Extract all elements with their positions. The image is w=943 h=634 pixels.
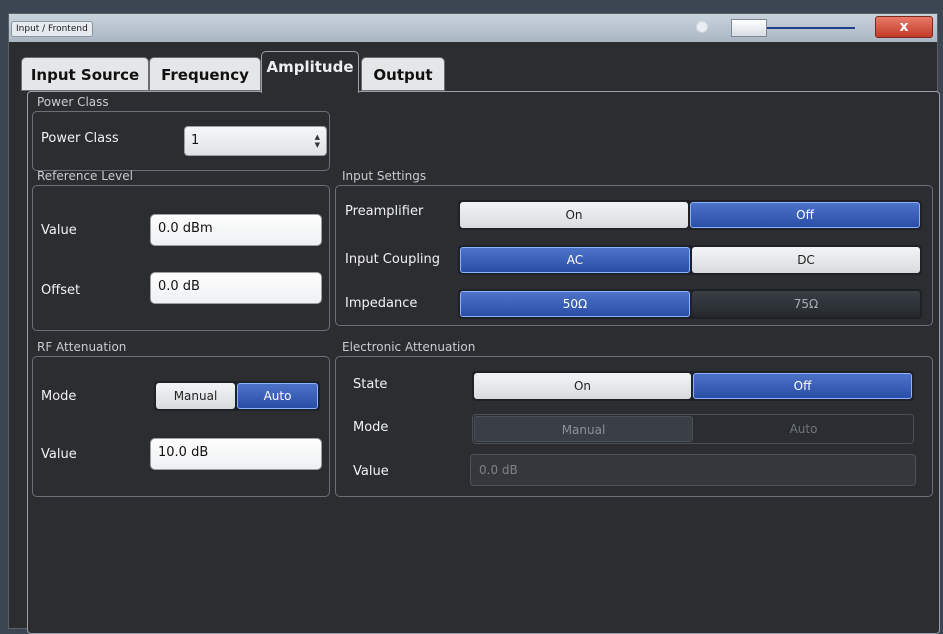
tab-input-source[interactable]: Input Source [21, 57, 149, 91]
reference-level-group: Value 0.0 dBm Offset 0.0 dB [32, 185, 330, 331]
impedance-75-option[interactable]: 75Ω [692, 291, 920, 317]
power-class-select[interactable]: 1 ▲ ▼ [184, 126, 327, 156]
impedance-toggle[interactable]: 50Ω 75Ω [458, 289, 922, 319]
rf-value-label: Value [41, 447, 77, 462]
slider-track[interactable] [767, 27, 855, 29]
tab-output[interactable]: Output [361, 57, 445, 91]
rf-mode-manual-option[interactable]: Manual [156, 383, 235, 409]
state-label: State [353, 377, 388, 392]
rf-mode-toggle[interactable]: Manual Auto [154, 381, 320, 411]
slider-handle[interactable] [731, 19, 767, 37]
close-button[interactable]: x [875, 16, 933, 38]
rf-mode-label: Mode [41, 389, 77, 404]
electronic-state-toggle[interactable]: On Off [472, 371, 914, 401]
power-class-legend: Power Class [37, 95, 109, 109]
coupling-ac-option[interactable]: AC [460, 247, 690, 273]
reference-value-label: Value [41, 223, 77, 238]
rf-attenuation-legend: RF Attenuation [37, 340, 127, 354]
preamplifier-label: Preamplifier [345, 204, 424, 219]
updown-icon: ▲ ▼ [314, 133, 320, 149]
tab-frequency[interactable]: Frequency [149, 57, 261, 91]
preamp-off-option[interactable]: Off [690, 202, 920, 228]
title-bar: Input / Frontend x [9, 14, 937, 42]
input-coupling-label: Input Coupling [345, 252, 441, 267]
rf-attenuation-group: Mode Manual Auto Value 10.0 dB [32, 356, 330, 497]
electronic-mode-manual-option: Manual [474, 416, 693, 442]
power-class-value: 1 [191, 133, 200, 148]
electronic-attenuation-input: 0.0 dB [470, 454, 916, 486]
window-title: Input / Frontend [11, 21, 93, 37]
input-settings-legend: Input Settings [342, 169, 427, 183]
power-class-label: Power Class [41, 131, 119, 146]
electronic-attenuation-group: State On Off Mode Manual Auto Value 0.0 … [335, 356, 933, 497]
input-coupling-toggle[interactable]: AC DC [458, 245, 922, 275]
input-settings-group: Preamplifier On Off Input Coupling AC DC… [335, 185, 933, 326]
reference-offset-input[interactable]: 0.0 dB [150, 272, 322, 304]
rf-mode-auto-option[interactable]: Auto [237, 383, 318, 409]
reference-level-legend: Reference Level [37, 169, 133, 183]
electronic-mode-auto-option: Auto [695, 416, 912, 442]
power-class-group: Power Class 1 ▲ ▼ [32, 111, 330, 171]
rf-attenuation-input[interactable]: 10.0 dB [150, 438, 322, 470]
electronic-value-label: Value [353, 464, 389, 479]
impedance-label: Impedance [345, 296, 418, 311]
preamplifier-toggle[interactable]: On Off [458, 200, 922, 230]
reference-offset-label: Offset [41, 283, 81, 298]
electronic-mode-label: Mode [353, 420, 389, 435]
preamp-on-option[interactable]: On [460, 202, 688, 228]
state-on-option[interactable]: On [474, 373, 691, 399]
state-off-option[interactable]: Off [693, 373, 912, 399]
electronic-attenuation-legend: Electronic Attenuation [342, 340, 476, 354]
tab-amplitude[interactable]: Amplitude [261, 51, 359, 93]
impedance-50-option[interactable]: 50Ω [460, 291, 690, 317]
transparency-slider[interactable] [731, 19, 855, 37]
coupling-dc-option[interactable]: DC [692, 247, 920, 273]
brightness-icon [697, 22, 707, 32]
electronic-mode-toggle: Manual Auto [472, 414, 914, 444]
reference-level-input[interactable]: 0.0 dBm [150, 214, 322, 246]
